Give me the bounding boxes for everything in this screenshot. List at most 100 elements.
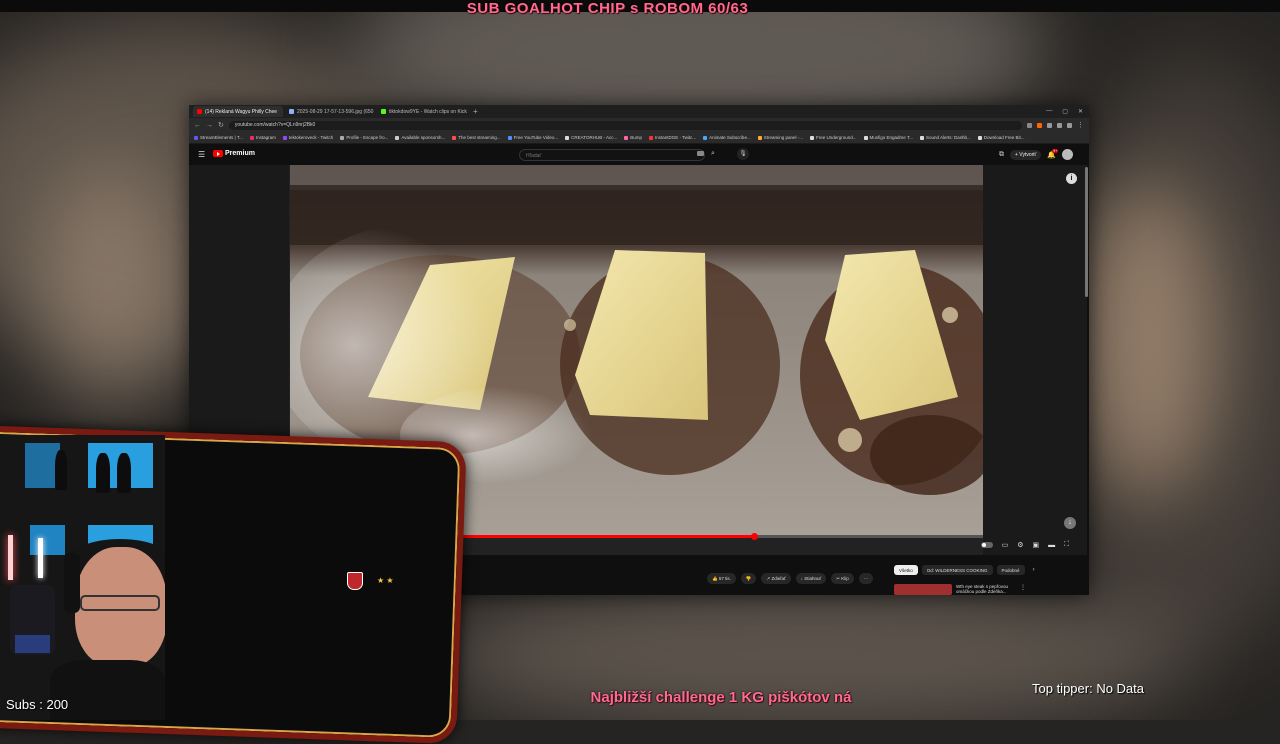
more-button[interactable]: ⋯ xyxy=(858,573,874,584)
bookmark-label: InstantDGE - Twitc... xyxy=(654,135,697,140)
keyboard-icon[interactable] xyxy=(697,151,704,156)
chevron-right-icon[interactable]: › xyxy=(1033,567,1035,573)
bookmark-item[interactable]: Instagram xyxy=(249,135,276,140)
bookmark-label: Available sponsorsh... xyxy=(401,135,446,140)
bookmark-item[interactable]: Profile - Escape fro... xyxy=(340,135,388,140)
autoplay-toggle[interactable] xyxy=(980,542,993,548)
miniplayer-icon[interactable]: ▣ xyxy=(1032,541,1039,549)
bookmark-label: tektokeroveck - Twitch xyxy=(288,135,334,140)
bookmark-favicon-icon xyxy=(395,135,400,140)
dislike-button[interactable]: 👎 xyxy=(740,573,757,584)
youtube-play-icon xyxy=(213,150,223,157)
fullscreen-icon[interactable]: ⛶ xyxy=(1064,541,1069,549)
tab-image[interactable]: 2025-08-29 17-57-13-596.jpg (650 ✕ xyxy=(285,106,375,117)
bookmark-item[interactable]: Download Free Bit... xyxy=(977,135,1025,140)
theater-mode-icon[interactable]: ▬ xyxy=(1048,542,1055,549)
close-tab-icon[interactable]: ✕ xyxy=(282,109,283,115)
bookmark-label: Free YouTube Video... xyxy=(513,135,559,140)
bookmark-label: Sound Alerts: Dashb... xyxy=(925,135,971,140)
maximize-icon[interactable]: ▢ xyxy=(1062,108,1068,115)
filter-chip[interactable]: Od: WILDERNESS COOKING xyxy=(921,565,993,575)
bookmark-favicon-icon xyxy=(919,135,924,140)
stars-icon: ★ ★ xyxy=(377,576,394,585)
bookmark-item[interactable]: Sound Alerts: Dashb... xyxy=(919,135,971,140)
cast-icon[interactable]: ⧉ xyxy=(999,151,1004,159)
extension-icon[interactable] xyxy=(1047,122,1052,128)
bookmark-favicon-icon xyxy=(249,135,254,140)
tab-youtube[interactable]: (14) Reklaná Wagyu Philly Chee ✕ xyxy=(193,106,283,117)
hamburger-icon[interactable]: ☰ xyxy=(198,150,205,159)
notifications-icon[interactable]: 🔔 9+ xyxy=(1047,148,1059,159)
bookmark-favicon-icon xyxy=(624,135,629,140)
tab-kick[interactable]: tiktokdow9YE - Watch clips on Kick ✕ xyxy=(377,106,467,117)
bookmark-label: The best streaming... xyxy=(458,135,501,140)
bookmark-item[interactable]: Animate Subscribe... xyxy=(703,135,751,140)
bookmark-label: StreamElements | T... xyxy=(200,135,243,140)
bookmarks-bar: StreamElements | T... Instagram tektokerov… xyxy=(189,132,1089,144)
bookmark-item[interactable]: InstantDGE - Twitc... xyxy=(648,135,697,140)
logo-text: Premium xyxy=(225,150,255,157)
microphone-icon[interactable]: 🎙 xyxy=(737,148,749,160)
menu-icon[interactable]: ⋮ xyxy=(1077,121,1084,129)
like-button[interactable]: 👍 57 tis. xyxy=(707,573,736,584)
back-icon[interactable]: ← xyxy=(194,122,201,129)
player-letterbox-right xyxy=(983,165,1087,555)
bookmark-item[interactable]: tektokeroveck - Twitch xyxy=(282,135,334,140)
extension-icon[interactable] xyxy=(1027,122,1032,128)
more-options-icon[interactable]: ⋮ xyxy=(1020,584,1026,595)
filter-chip[interactable]: Všetko xyxy=(894,565,918,575)
search-input[interactable]: Hľadať xyxy=(519,149,705,161)
share-button[interactable]: ↗ Zdieľať xyxy=(761,573,791,584)
bookmark-favicon-icon xyxy=(565,135,570,140)
webcam-feed xyxy=(0,435,165,720)
bookmark-favicon-icon xyxy=(863,135,868,140)
bookmark-item[interactable]: Streaming panel -... xyxy=(757,135,803,140)
image-favicon-icon xyxy=(289,109,294,114)
scrubber-handle[interactable] xyxy=(751,533,759,540)
bookmark-favicon-icon xyxy=(648,135,653,140)
minimize-icon[interactable]: — xyxy=(1046,108,1052,115)
bookmark-item[interactable]: StreamElements | T... xyxy=(194,135,243,140)
bookmark-item[interactable]: The best streaming... xyxy=(452,135,501,140)
filter-chip[interactable]: Podobné xyxy=(996,565,1025,575)
clip-button[interactable]: ✂ Klip xyxy=(831,573,854,584)
page-scrollbar[interactable] xyxy=(1085,167,1088,297)
youtube-favicon-icon xyxy=(197,109,202,114)
subtitles-icon[interactable]: ▭ xyxy=(1002,541,1009,549)
create-button[interactable]: + Vytvoriť xyxy=(1010,149,1042,160)
url-input[interactable]: youtube.com/watch?v=QLn9nrj2Bk0 xyxy=(228,120,1022,130)
bookmark-label: Free Underground... xyxy=(815,135,857,140)
account-avatar[interactable] xyxy=(1062,149,1073,160)
bookmark-item[interactable]: Musfigo Engadme T... xyxy=(863,135,913,140)
bookmark-label: Instagram xyxy=(255,135,276,140)
download-button[interactable]: ↓ Stiahnuť xyxy=(795,573,827,584)
top-tipper-label: Top tipper: No Data xyxy=(1032,681,1145,696)
search-icon[interactable]: ⌕ xyxy=(711,150,715,158)
bookmark-label: Profile - Escape fro... xyxy=(346,135,389,140)
extension-icon[interactable] xyxy=(1067,122,1072,128)
youtube-logo[interactable]: Premium xyxy=(213,150,255,157)
bookmark-item[interactable]: Free Underground... xyxy=(809,135,857,140)
extension-icon[interactable] xyxy=(1037,122,1042,128)
forward-icon[interactable]: → xyxy=(206,122,213,129)
bookmark-item[interactable]: Bump xyxy=(624,135,642,140)
figure-silhouette xyxy=(96,453,110,493)
bookmark-item[interactable]: Available sponsorsh... xyxy=(395,135,445,140)
bookmark-favicon-icon xyxy=(194,135,198,140)
bookmark-item[interactable]: Free YouTube Video... xyxy=(507,135,559,140)
sub-goal-banner: SUB GOALHOT CHIP s ROBOM 60/63 xyxy=(466,0,749,17)
reload-icon[interactable]: ↻ xyxy=(218,121,224,129)
url-text: youtube.com/watch?v=QLn9nrj2Bk0 xyxy=(234,122,316,128)
new-tab-button[interactable]: + xyxy=(469,107,482,116)
scroll-down-icon[interactable]: ↓ xyxy=(1064,517,1076,529)
bookmark-label: Animate Subscribe... xyxy=(709,135,751,140)
info-icon[interactable]: i xyxy=(1066,173,1077,184)
recommended-video[interactable]: Wth eye steak s pepřovou omáčkou podle Z… xyxy=(894,584,1026,595)
slovak-emblem-icon xyxy=(347,572,363,590)
bookmark-item[interactable]: CREATORHUB - Acc... xyxy=(565,135,617,140)
close-window-icon[interactable]: ✕ xyxy=(1078,108,1083,115)
settings-icon[interactable]: ⚙ xyxy=(1017,541,1023,549)
extension-icon[interactable] xyxy=(1057,122,1062,128)
bookmark-favicon-icon xyxy=(340,135,345,140)
notification-badge: 9+ xyxy=(1052,148,1059,153)
